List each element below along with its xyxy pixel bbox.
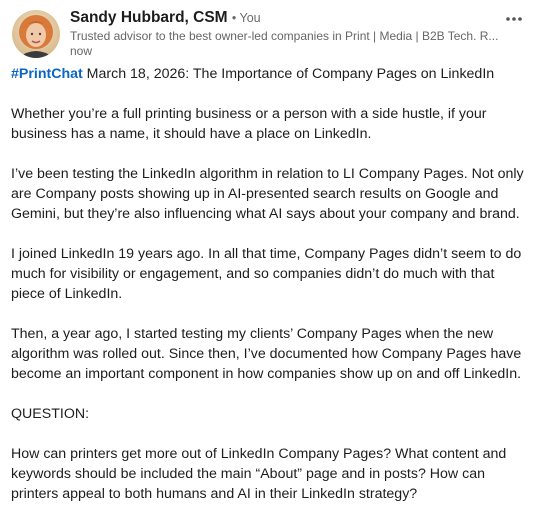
- ellipsis-horizontal-icon: [506, 17, 522, 21]
- connection-degree: • You: [231, 11, 261, 25]
- profile-photo: [12, 10, 60, 58]
- avatar[interactable]: [12, 10, 60, 58]
- post-paragraph: Whether you’re a full printing business …: [11, 106, 487, 142]
- author-meta: Sandy Hubbard, CSM • You Trusted advisor…: [70, 8, 498, 59]
- post-title-text: March 18, 2026: The Importance of Compan…: [82, 66, 495, 82]
- author-name[interactable]: Sandy Hubbard, CSM: [70, 9, 228, 26]
- more-options-button[interactable]: [500, 8, 528, 30]
- post-paragraph: I’ve been testing the LinkedIn algorithm…: [11, 166, 524, 222]
- post-question-heading: QUESTION:: [11, 406, 90, 422]
- post-timestamp: now: [70, 44, 93, 58]
- hashtag-link[interactable]: #PrintChat: [11, 66, 83, 82]
- post-paragraph: How can printers get more out of LinkedI…: [11, 446, 507, 502]
- feed-post: Sandy Hubbard, CSM • You Trusted advisor…: [0, 0, 538, 514]
- post-body: #PrintChat March 18, 2026: The Importanc…: [11, 64, 526, 524]
- post-title-line: #PrintChat March 18, 2026: The Importanc…: [11, 64, 526, 84]
- post-paragraph: Then, a year ago, I started testing my c…: [11, 326, 522, 382]
- author-name-line: Sandy Hubbard, CSM • You: [70, 8, 498, 28]
- author-headline[interactable]: Trusted advisor to the best owner-led co…: [70, 28, 500, 44]
- post-header: Sandy Hubbard, CSM • You Trusted advisor…: [12, 8, 528, 58]
- post-paragraph: I joined LinkedIn 19 years ago. In all t…: [11, 246, 522, 302]
